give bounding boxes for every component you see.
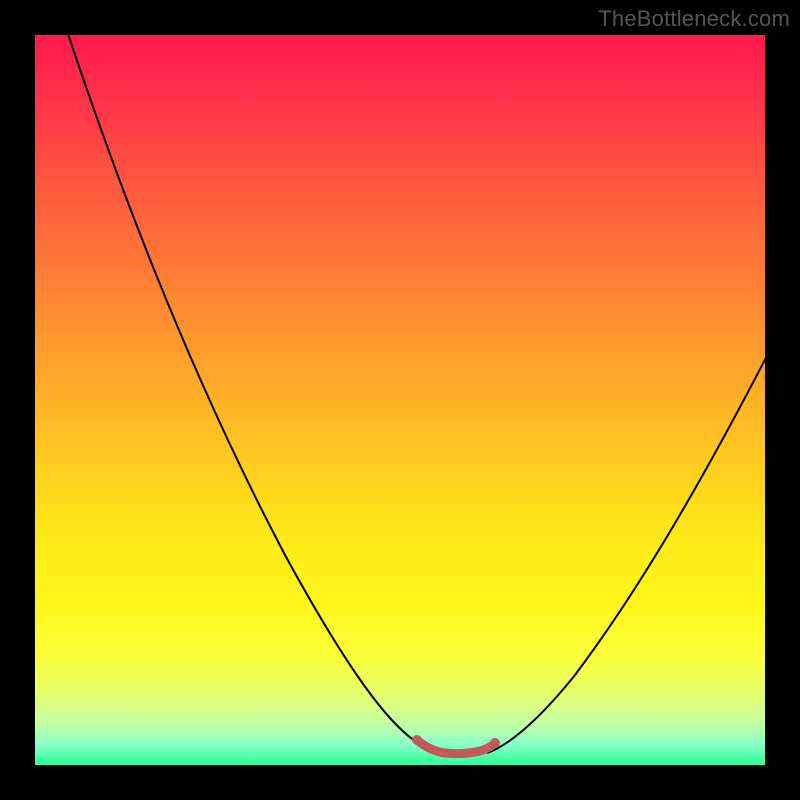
trough-highlight (417, 740, 495, 754)
right-curve (487, 350, 765, 753)
trough-dot-left (412, 735, 422, 745)
left-curve (65, 35, 441, 753)
watermark-text: TheBottleneck.com (598, 6, 790, 32)
trough-dot-right (490, 738, 500, 748)
chart-svg (35, 35, 765, 765)
plot-area (35, 35, 765, 765)
